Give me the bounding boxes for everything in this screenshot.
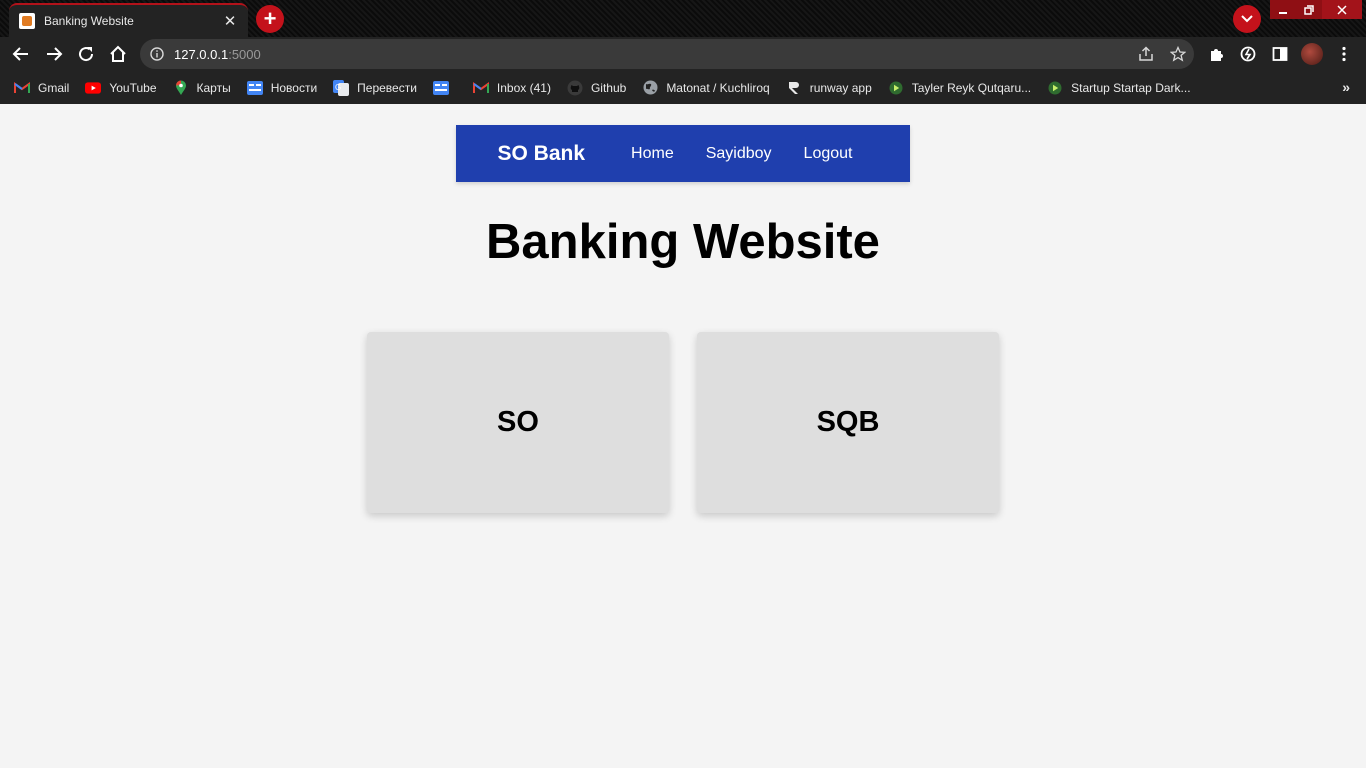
browser-menu-button[interactable] <box>1331 41 1357 67</box>
tab-title: Banking Website <box>44 14 134 28</box>
close-icon <box>1337 4 1347 15</box>
bookmark-label: Карты <box>196 80 231 95</box>
chevron-down-icon <box>1241 15 1253 23</box>
bookmark-translate[interactable]: G Перевести <box>333 79 417 96</box>
bank-card-sqb[interactable]: SQB <box>697 332 999 513</box>
window-restore-button[interactable] <box>1296 0 1322 19</box>
browser-toolbar: 127.0.0.1:5000 <box>0 37 1366 71</box>
bookmark-label: Gmail <box>38 80 70 95</box>
bookmark-tayler[interactable]: Tayler Reyk Qutqaru... <box>888 80 1031 96</box>
nav-home-link[interactable]: Home <box>631 145 674 163</box>
maps-icon <box>173 80 189 96</box>
bookmark-news-2[interactable] <box>432 80 457 96</box>
address-bar[interactable]: 127.0.0.1:5000 <box>140 39 1194 69</box>
browser-chrome: Banking Website ✕ + 127.0.0.1:5000 Gmail… <box>0 0 1366 104</box>
arrow-left-icon <box>12 47 28 61</box>
bank-card-label: SO <box>497 406 539 438</box>
extensions-button[interactable] <box>1203 41 1229 67</box>
news-icon <box>246 80 263 96</box>
restore-icon <box>1304 4 1314 15</box>
share-icon <box>1139 46 1153 61</box>
play-icon <box>1047 80 1063 96</box>
arrow-right-icon <box>47 47 63 61</box>
nav-user-link[interactable]: Sayidboy <box>706 145 772 163</box>
tab-strip: Banking Website ✕ + <box>0 0 1366 37</box>
url-text: 127.0.0.1:5000 <box>174 47 261 62</box>
brand-logo[interactable]: SO Bank <box>498 142 586 166</box>
reload-icon <box>79 47 94 62</box>
minimize-icon <box>1279 11 1287 14</box>
play-icon <box>888 80 904 96</box>
window-close-button[interactable] <box>1322 0 1362 19</box>
youtube-icon <box>85 80 102 96</box>
bookmark-news[interactable]: Новости <box>246 80 318 96</box>
url-host: 127.0.0.1 <box>174 46 229 62</box>
page-title: Banking Website <box>486 215 880 269</box>
bookmark-label: Github <box>590 80 627 95</box>
url-port: :5000 <box>228 46 261 62</box>
runway-icon <box>786 80 802 96</box>
puzzle-icon <box>1211 49 1223 61</box>
news-icon <box>432 80 449 96</box>
bookmark-github[interactable]: Github <box>567 80 626 96</box>
bookmark-label: Tayler Reyk Qutqaru... <box>911 80 1032 95</box>
tab-search-button[interactable] <box>1233 5 1261 33</box>
home-button[interactable] <box>105 41 131 67</box>
more-bookmarks-button[interactable]: » <box>1342 79 1350 95</box>
tab-close-icon[interactable]: ✕ <box>222 12 238 30</box>
bookmark-label: YouTube <box>109 80 157 95</box>
nav-logout-link[interactable]: Logout <box>804 145 853 163</box>
bookmark-maps[interactable]: Карты <box>173 80 231 96</box>
bank-card-so[interactable]: SO <box>367 332 669 513</box>
reload-button[interactable] <box>73 41 99 67</box>
new-tab-button[interactable]: + <box>256 5 284 33</box>
side-panel-icon <box>1272 47 1288 61</box>
bookmarks-bar: Gmail YouTube Карты Новости G Перевести <box>0 71 1366 104</box>
bookmark-label: Новости <box>270 80 318 95</box>
avatar <box>1301 43 1323 65</box>
globe-icon <box>642 80 658 96</box>
share-button[interactable] <box>1130 46 1162 62</box>
bookmark-label: Перевести <box>357 80 417 95</box>
sync-icon <box>1240 46 1256 62</box>
svg-text:G: G <box>335 83 341 92</box>
bookmark-inbox[interactable]: Inbox (41) <box>472 80 551 96</box>
bookmark-runway[interactable]: runway app <box>786 80 872 96</box>
gmail-icon <box>472 80 489 96</box>
bookmark-gmail[interactable]: Gmail <box>14 80 69 96</box>
translate-icon: G <box>333 79 350 96</box>
forward-button[interactable] <box>41 41 67 67</box>
bookmark-label: runway app <box>809 80 872 95</box>
bookmark-youtube[interactable]: YouTube <box>85 80 157 96</box>
gmail-icon <box>14 80 30 96</box>
site-favicon-icon <box>19 13 35 29</box>
page-content: SO Bank Home Sayidboy Logout Banking Web… <box>0 104 1366 768</box>
info-icon <box>150 47 164 61</box>
bank-card-label: SQB <box>816 406 880 438</box>
bookmark-star-button[interactable] <box>1162 46 1194 62</box>
bookmark-label: Inbox (41) <box>496 80 551 95</box>
window-minimize-button[interactable] <box>1270 0 1296 19</box>
star-icon <box>1170 46 1186 62</box>
active-tab[interactable]: Banking Website ✕ <box>9 3 248 37</box>
profile-button[interactable] <box>1299 41 1325 67</box>
bookmark-label: Matonat / Kuchliroq <box>666 80 770 95</box>
kebab-menu-icon <box>1342 46 1346 62</box>
side-panel-button[interactable] <box>1267 41 1293 67</box>
extension-sync-button[interactable] <box>1235 41 1261 67</box>
home-icon <box>110 45 126 62</box>
bookmark-label: Startup Startap Dark... <box>1071 80 1191 95</box>
back-button[interactable] <box>8 41 34 67</box>
bookmark-startup[interactable]: Startup Startap Dark... <box>1047 80 1191 96</box>
site-navbar: SO Bank Home Sayidboy Logout <box>456 125 910 182</box>
bookmark-matonat[interactable]: Matonat / Kuchliroq <box>642 80 770 96</box>
github-icon <box>567 80 583 96</box>
